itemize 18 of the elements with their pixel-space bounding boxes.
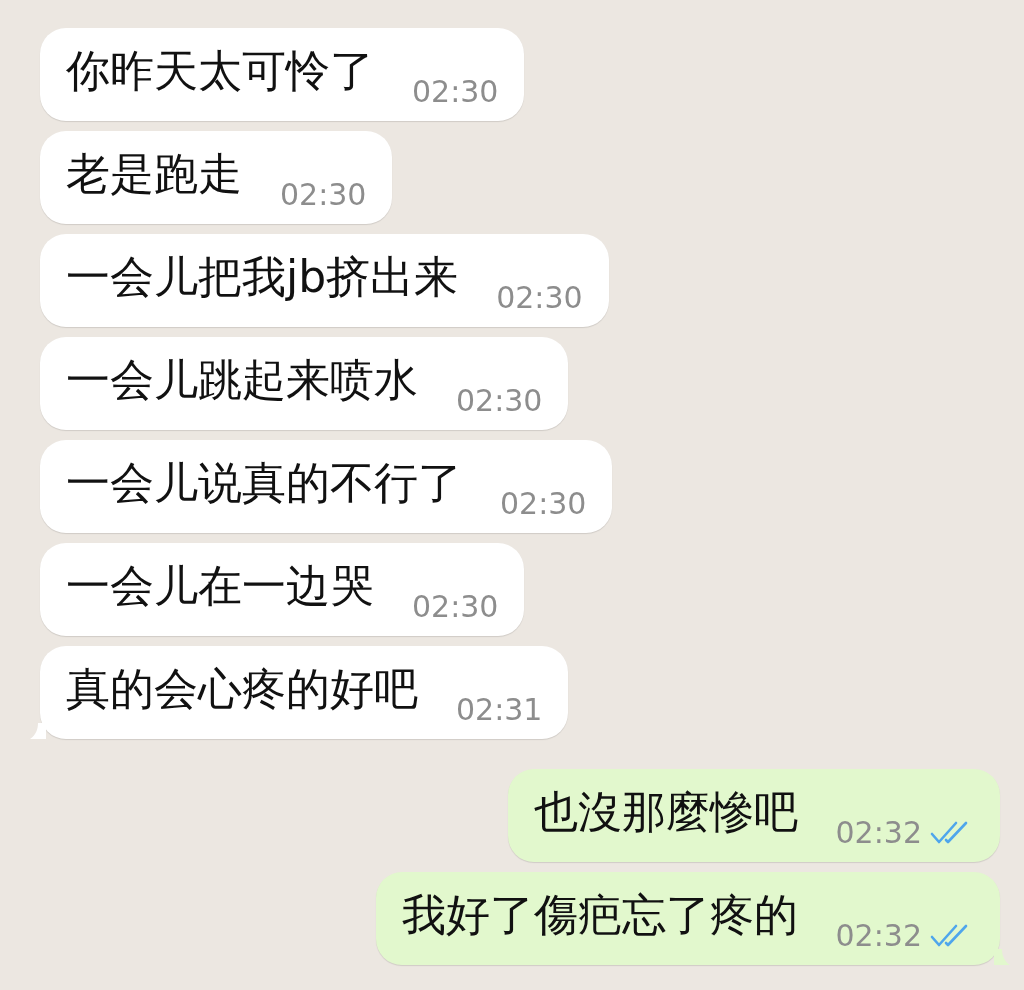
message-text: 一会儿在一边哭 — [66, 559, 374, 611]
message-text: 你昨天太可怜了 — [66, 44, 374, 96]
message-text: 一会儿跳起来喷水 — [66, 353, 418, 405]
message-time: 02:30 — [280, 178, 367, 212]
message-text: 我好了傷疤忘了疼的 — [401, 888, 798, 940]
message-text: 真的会心疼的好吧 — [66, 662, 418, 714]
message-time: 02:30 — [456, 384, 543, 418]
message-text: 老是跑走 — [66, 147, 242, 199]
message-time: 02:32 — [835, 919, 922, 953]
message-time: 02:30 — [412, 590, 499, 624]
message-time: 02:31 — [456, 693, 543, 727]
message-time: 02:32 — [835, 816, 922, 850]
message-text: 一会儿把我jb挤出来 — [66, 250, 459, 302]
message-time: 02:30 — [496, 281, 583, 315]
message-text: 也沒那麼慘吧 — [533, 785, 798, 837]
message-text: 一会儿说真的不行了 — [66, 456, 462, 508]
message-time: 02:30 — [500, 487, 587, 521]
message-time: 02:30 — [412, 75, 499, 109]
